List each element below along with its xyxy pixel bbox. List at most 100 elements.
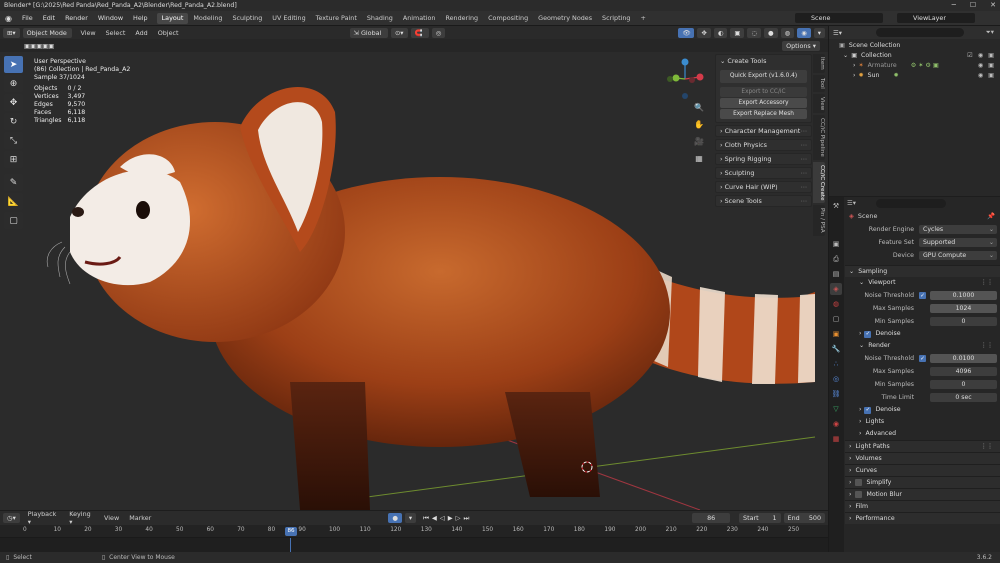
tab-cc-create[interactable]: CC/iC Create [813,161,825,204]
object-menu[interactable]: Object [153,29,184,37]
collection-tab-icon[interactable]: ▢ [830,313,842,325]
world-tab-icon[interactable]: ◍ [830,298,842,310]
vp-noise-checkbox[interactable]: ✓ [919,292,926,299]
tab-geometry-nodes[interactable]: Geometry Nodes [533,13,597,24]
feature-set-dropdown[interactable]: Supported ⌄ [919,238,997,247]
quick-export-button[interactable]: Quick Export (v1.6.0.4) [720,70,807,83]
playback-menu[interactable]: Playback ▾ [23,510,64,526]
select-mode-icons[interactable]: ▣▣▣▣▣ [24,42,54,50]
select-tool-icon[interactable]: ➤ [4,56,23,73]
navigation-gizmo[interactable] [662,56,708,102]
add-menu[interactable]: Add [130,29,152,37]
keyframe-type-icon[interactable]: ▾ [404,513,417,523]
curves-panel[interactable]: › Curves [845,464,1000,476]
playback-controls[interactable]: ⏮◀◁▶▷⏭ [423,514,472,523]
tab-tool[interactable]: Tool [813,74,825,92]
tab-scripting[interactable]: Scripting [597,13,635,24]
render-engine-dropdown[interactable]: Cycles ⌄ [919,225,997,234]
menu-edit[interactable]: Edit [38,11,60,26]
tab-rendering[interactable]: Rendering [440,13,483,24]
pivot-icon[interactable]: ⊙▾ [390,27,408,38]
tab-compositing[interactable]: Compositing [483,13,533,24]
export-replace-mesh-button[interactable]: Export Replace Mesh [720,109,807,119]
eye-icon[interactable]: ◉ [978,51,983,61]
pin-icon[interactable]: 📌 [987,212,995,220]
menu-file[interactable]: File [17,11,38,26]
eye-icon[interactable]: ◉ [978,71,983,81]
add-workspace-icon[interactable]: + [635,13,650,24]
panel-sculpting[interactable]: › Sculpting ⋯ [715,167,812,179]
material-tab-icon[interactable]: ◉ [830,418,842,430]
tab-texture-paint[interactable]: Texture Paint [311,13,362,24]
timeline-ruler[interactable]: 0 10 20 30 40 50 60 70 80 90 100 110 120 130 140 150 160… [0,525,828,538]
camera-icon[interactable]: ▣ [988,71,994,81]
panel-cloth-physics[interactable]: › Cloth Physics ⋯ [715,139,812,151]
tab-sculpting[interactable]: Sculpting [227,13,267,24]
end-frame-field[interactable]: End 500 [783,513,826,523]
cursor-tool-icon[interactable]: ⊕ [4,75,23,92]
ortho-grid-icon[interactable]: ▦ [692,151,706,165]
sampling-panel-header[interactable]: ⌄ Sampling [845,265,1000,277]
close-icon[interactable]: ✕ [990,0,996,11]
time-limit-field[interactable]: 0 sec [930,393,997,402]
expand-icon[interactable]: › [853,61,855,71]
properties-search-input[interactable] [875,198,946,208]
timeline-view-menu[interactable]: View [99,514,124,522]
filter-icon[interactable]: ⏷▾ [986,28,994,37]
proportional-icon[interactable]: ◎ [431,27,446,38]
xray-icon[interactable]: ▣ [730,27,745,38]
render-subpanel-header[interactable]: ⌄ Render ⋮⋮ [845,340,1000,352]
vp-max-samples-field[interactable]: 1024 [930,304,997,313]
editor-type-icon[interactable]: ⊞▾ [3,27,20,38]
scene-selector[interactable]: Scene [795,13,883,23]
drag-handle-icon[interactable]: ⋮⋮ [981,340,993,352]
r-denoise-subpanel[interactable]: › ✓ Denoise [845,404,1000,416]
particles-tab-icon[interactable]: ∴ [830,358,842,370]
tab-pin-psa[interactable]: Pin / PSA [813,205,825,236]
outliner-row-armature[interactable]: › ✶ Armature ⚙ ✶ ⚙ ▣ ◉ ▣ [829,61,1000,71]
panel-character-management[interactable]: › Character Management ⋯ [715,125,812,137]
outliner-row-sun[interactable]: › ✹ Sun ✹ ◉ ▣ [829,71,1000,81]
panel-scene-tools[interactable]: › Scene Tools ⋯ [715,195,812,207]
camera-icon[interactable]: ▣ [988,61,994,71]
simplify-panel[interactable]: › Simplify [845,476,1000,488]
view-layer-selector[interactable]: ViewLayer [897,13,975,23]
marker-menu[interactable]: Marker [124,514,156,522]
overlay-icon[interactable]: ◐ [713,27,728,38]
drag-handle-icon[interactable]: ⋮⋮ [981,441,993,453]
view-layer-tab-icon[interactable]: ▤ [830,268,842,280]
outliner-search-input[interactable] [875,28,964,37]
camera-view-icon[interactable]: 🎥 [692,134,706,148]
scene-tab-icon[interactable]: ◈ [830,283,842,295]
texture-tab-icon[interactable]: ▦ [830,433,842,445]
vp-noise-field[interactable]: 0.1000 [930,291,997,300]
pan-hand-icon[interactable]: ✋ [692,117,706,131]
vp-denoise-subpanel[interactable]: › ✓ Denoise [845,328,1000,340]
modifier-tab-icon[interactable]: 🔧 [830,343,842,355]
menu-help[interactable]: Help [128,11,153,26]
timeline-track[interactable] [0,538,828,552]
tab-shading[interactable]: Shading [362,13,398,24]
snap-icon[interactable]: 🧲▾ [410,27,429,47]
measure-tool-icon[interactable]: 📐 [4,193,23,210]
panel-spring-rigging[interactable]: › Spring Rigging ⋯ [715,153,812,165]
output-tab-icon[interactable]: ⎙ [830,253,842,265]
outliner-row-collection[interactable]: ⌄ ▣ Collection ☑ ◉ ▣ [829,51,1000,61]
move-tool-icon[interactable]: ✥ [4,94,23,111]
eye-icon[interactable]: ◉ [978,61,983,71]
minimize-icon[interactable]: ─ [952,0,956,11]
rotate-tool-icon[interactable]: ↻ [4,113,23,130]
expand-icon[interactable]: › [853,71,855,81]
light-paths-panel[interactable]: › Light Paths ⋮⋮ [845,440,1000,452]
outliner-row-scene-collection[interactable]: ▣ Scene Collection [829,41,1000,51]
playhead-frame[interactable]: 86 [285,527,297,536]
export-accessory-button[interactable]: Export Accessory [720,98,807,108]
current-frame-field[interactable]: 86 [692,513,731,523]
physics-tab-icon[interactable]: ◎ [830,373,842,385]
add-cube-tool-icon[interactable]: ▢ [4,212,23,229]
advanced-subpanel[interactable]: › Advanced [845,428,1000,440]
transform-orientation[interactable]: ⇲ Global ▾ [349,27,388,47]
r-min-samples-field[interactable]: 0 [930,380,997,389]
view-menu[interactable]: View [75,29,100,37]
menu-window[interactable]: Window [93,11,128,26]
